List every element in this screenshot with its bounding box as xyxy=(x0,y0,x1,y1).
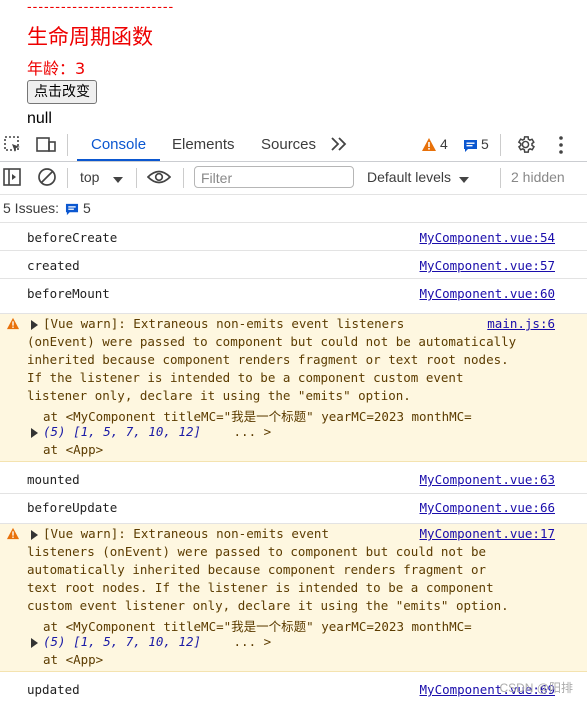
page-title: 生命周期函数 xyxy=(27,25,153,49)
source-link[interactable]: MyComponent.vue:60 xyxy=(420,286,555,301)
console-log-row: beforeCreate MyComponent.vue:54 xyxy=(0,223,587,251)
change-button[interactable]: 点击改变 xyxy=(27,80,97,104)
warn-text-line: listener only, declare it using the "emi… xyxy=(27,388,411,403)
settings-gear-icon[interactable] xyxy=(515,134,536,159)
warn-text-line: [Vue warn]: Extraneous non-emits event l… xyxy=(43,316,405,331)
expand-triangle-icon xyxy=(31,428,38,438)
tab-console[interactable]: Console xyxy=(77,128,161,161)
expand-toggle[interactable] xyxy=(31,425,41,440)
warn-text-line: custom event listener only, declare it u… xyxy=(27,598,509,613)
watermark: CSDN @阳排 xyxy=(499,681,573,695)
source-link[interactable]: MyComponent.vue:63 xyxy=(420,472,555,487)
issues-bar[interactable]: 5 Issues: 5 xyxy=(0,195,587,223)
chevron-down-icon xyxy=(459,170,469,189)
ellipsis-text: ... > xyxy=(226,424,272,439)
divider xyxy=(67,134,68,156)
log-message: mounted xyxy=(27,472,80,487)
warn-trace-line: at <App> xyxy=(43,652,104,667)
clear-console-icon[interactable] xyxy=(37,167,57,191)
warning-count: 4 xyxy=(440,136,448,152)
log-message: created xyxy=(27,258,80,273)
issues-count: 5 xyxy=(83,200,91,216)
live-expression-eye-icon[interactable] xyxy=(146,168,172,190)
array-preview[interactable]: (5) [1, 5, 7, 10, 12] xyxy=(43,424,201,439)
message-icon[interactable] xyxy=(463,138,478,157)
issues-label: 5 Issues: xyxy=(3,200,60,216)
warn-text-line: inherited because component renders frag… xyxy=(27,352,509,367)
expand-triangle-icon xyxy=(31,638,38,648)
warn-text-line: listeners (onEvent) were passed to compo… xyxy=(27,544,487,559)
inspect-element-icon[interactable] xyxy=(3,135,23,159)
console-warning-row: [Vue warn]: Extraneous non-emits event l… xyxy=(0,314,587,462)
source-link[interactable]: MyComponent.vue:66 xyxy=(420,500,555,515)
warn-text-line: If the listener is intended to be a comp… xyxy=(27,370,464,385)
console-log-row: created MyComponent.vue:57 xyxy=(0,251,587,279)
expand-triangle-icon xyxy=(31,530,38,540)
log-message: updated xyxy=(27,682,80,697)
ellipsis-text: ... > xyxy=(226,634,272,649)
expand-toggle[interactable] xyxy=(31,527,41,542)
source-link[interactable]: MyComponent.vue:17 xyxy=(420,526,555,541)
warn-text-line: (onEvent) were passed to component but c… xyxy=(27,334,517,349)
tab-sources[interactable]: Sources xyxy=(261,128,316,161)
age-text: 年龄：3 xyxy=(27,59,86,78)
message-count: 5 xyxy=(481,136,489,152)
rendered-page: -------------------------- 生命周期函数 年龄：3 点… xyxy=(0,0,587,128)
devtools-tabbar: Console Elements Sources 4 5 xyxy=(0,128,587,162)
devtools-panel: Console Elements Sources 4 5 top Filter … xyxy=(0,128,587,702)
console-log-row: mounted MyComponent.vue:63 xyxy=(0,462,587,494)
separator-dashes: -------------------------- xyxy=(27,0,175,14)
tab-elements[interactable]: Elements xyxy=(172,128,235,161)
chevron-down-icon xyxy=(113,170,123,189)
log-message: beforeMount xyxy=(27,286,110,301)
divider xyxy=(500,168,501,188)
hidden-count: 2 hidden xyxy=(511,169,565,185)
filter-input[interactable]: Filter xyxy=(194,166,354,188)
console-log-row: beforeMount MyComponent.vue:60 xyxy=(0,279,587,314)
warn-trace-line: at <MyComponent titleMC="我是一个标题" yearMC=… xyxy=(43,619,472,634)
sidebar-toggle-icon[interactable] xyxy=(3,168,21,190)
log-message: beforeCreate xyxy=(27,230,118,245)
divider xyxy=(500,134,501,156)
source-link[interactable]: MyComponent.vue:57 xyxy=(420,258,555,273)
warning-icon xyxy=(6,317,20,333)
warning-icon xyxy=(6,527,20,543)
divider xyxy=(183,168,184,188)
console-log-row: beforeUpdate MyComponent.vue:66 xyxy=(0,494,587,524)
console-toolbar: top Filter Default levels 2 hidden xyxy=(0,162,587,195)
expand-triangle-icon xyxy=(31,320,38,330)
divider xyxy=(67,168,68,188)
warn-text-line: automatically inherited because componen… xyxy=(27,562,487,577)
source-link[interactable]: main.js:6 xyxy=(487,316,555,331)
divider xyxy=(136,168,137,188)
warn-text-line: text root nodes. If the listener is inte… xyxy=(27,580,494,595)
warn-trace-line: at <App> xyxy=(43,442,104,457)
more-tabs-icon[interactable] xyxy=(329,136,349,156)
more-options-icon[interactable] xyxy=(557,135,565,159)
log-levels-dropdown[interactable]: Default levels xyxy=(367,169,451,185)
array-preview[interactable]: (5) [1, 5, 7, 10, 12] xyxy=(43,634,201,649)
message-icon xyxy=(65,203,79,219)
log-message: beforeUpdate xyxy=(27,500,118,515)
console-warning-row: [Vue warn]: Extraneous non-emits event M… xyxy=(0,524,587,672)
expand-toggle[interactable] xyxy=(31,635,41,650)
source-link[interactable]: MyComponent.vue:54 xyxy=(420,230,555,245)
context-selector[interactable]: top xyxy=(80,169,99,185)
warning-icon[interactable] xyxy=(421,137,437,156)
expand-toggle[interactable] xyxy=(31,317,41,332)
null-text: null xyxy=(27,110,52,127)
device-toolbar-icon[interactable] xyxy=(35,135,57,159)
warn-trace-line: at <MyComponent titleMC="我是一个标题" yearMC=… xyxy=(43,409,472,424)
warn-text-line: [Vue warn]: Extraneous non-emits event xyxy=(43,526,329,541)
